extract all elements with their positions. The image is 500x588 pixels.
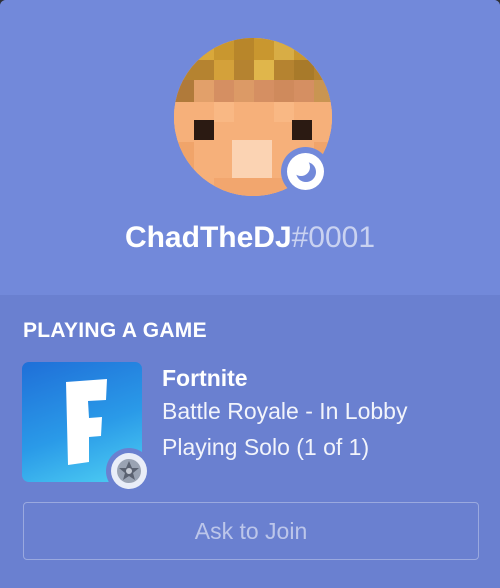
game-details: Battle Royale - In Lobby xyxy=(162,398,408,424)
party-badge xyxy=(106,448,152,494)
discriminator: #0001 xyxy=(291,221,376,254)
profile-header: ChadTheDJ#0001 xyxy=(0,0,500,295)
activity-section: PLAYING A GAME Fortnite Battle Royale - … xyxy=(0,295,500,588)
activity-header: PLAYING A GAME xyxy=(23,319,207,342)
user-tag: ChadTheDJ#0001 xyxy=(0,220,500,256)
user-profile-popout: ChadTheDJ#0001 PLAYING A GAME Fortnite B… xyxy=(0,0,500,588)
status-inner xyxy=(287,153,324,190)
party-badge-inner xyxy=(111,453,147,489)
game-name: Fortnite xyxy=(162,365,248,391)
ask-to-join-button[interactable]: Ask to Join xyxy=(23,502,479,560)
username: ChadTheDJ xyxy=(124,221,292,254)
avatar-wrapper xyxy=(174,38,332,196)
party-emblem-icon xyxy=(117,459,141,483)
game-state: Playing Solo (1 of 1) xyxy=(162,434,370,460)
moon-icon xyxy=(292,158,316,182)
game-info: Fortnite Battle Royale - In Lobby Playin… xyxy=(162,363,482,465)
status-indicator xyxy=(281,147,330,196)
